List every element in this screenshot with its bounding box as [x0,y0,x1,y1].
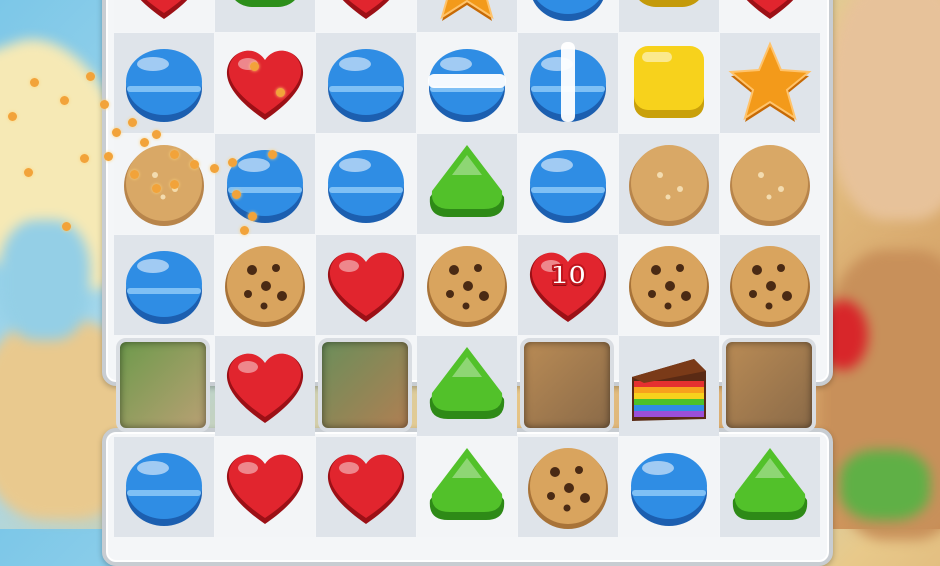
choc-chip-cookie-piece[interactable] [215,235,315,335]
sparkle-particle [80,154,89,163]
sparkle-particle [170,180,179,189]
choc-chip-cookie-piece[interactable] [720,235,820,335]
heart-red-piece[interactable] [215,33,315,133]
blocked-tile [116,338,210,432]
sparkle-particle [170,150,179,159]
heart-red-piece[interactable] [215,437,315,537]
sparkle-particle [30,78,39,87]
sparkle-particle [60,96,69,105]
gumdrop-green-piece[interactable] [417,336,517,436]
rainbow-cake-piece[interactable] [619,336,719,436]
sparkle-particle [140,138,149,147]
sparkle-particle [112,128,121,137]
gumdrop-green-piece[interactable] [417,134,517,234]
game-board: 10 [0,0,940,566]
star-orange-piece[interactable] [417,0,517,32]
sparkle-particle [152,130,161,139]
macaron-blue-piece[interactable] [114,235,214,335]
choc-chip-cookie-piece[interactable] [417,235,517,335]
sparkle-particle [228,158,237,167]
gumdrop-green-piece[interactable] [417,437,517,537]
heart-red-piece[interactable] [316,235,416,335]
macaron-blue-striped-h-piece[interactable] [417,33,517,133]
sugar-cookie-piece[interactable] [114,134,214,234]
heart-red-piece[interactable] [114,0,214,32]
sparkle-particle [276,88,285,97]
blocked-tile [722,338,816,432]
sparkle-particle [104,152,113,161]
gumdrop-green-piece[interactable] [720,437,820,537]
sugar-cookie-piece[interactable] [720,134,820,234]
heart-red-piece[interactable] [316,437,416,537]
star-orange-piece[interactable] [720,33,820,133]
sparkle-particle [250,62,259,71]
sparkle-particle [152,184,161,193]
macaron-blue-piece[interactable] [518,0,618,32]
sparkle-particle [130,170,139,179]
blocked-tile [520,338,614,432]
gumdrop-yellow-piece[interactable] [619,33,719,133]
macaron-blue-piece[interactable] [518,134,618,234]
sparkle-particle [190,160,199,169]
sparkle-particle [268,150,277,159]
macaron-blue-piece[interactable] [215,134,315,234]
sparkle-particle [232,190,241,199]
heart-red-piece[interactable] [720,0,820,32]
sparkle-particle [24,168,33,177]
macaron-blue-piece[interactable] [316,33,416,133]
choc-chip-cookie-piece[interactable] [619,235,719,335]
sparkle-particle [86,72,95,81]
sparkle-particle [8,112,17,121]
macaron-blue-piece[interactable] [114,437,214,537]
macaron-blue-piece[interactable] [619,437,719,537]
heart-count-badge: 10 [549,260,587,292]
sparkle-particle [248,212,257,221]
macaron-blue-striped-v-piece[interactable] [518,33,618,133]
sparkle-particle [210,164,219,173]
sparkle-particle [100,100,109,109]
blocked-tile [318,338,412,432]
sparkle-particle [128,118,137,127]
heart-red-piece[interactable] [316,0,416,32]
sparkle-particle [62,222,71,231]
macaron-blue-piece[interactable] [316,134,416,234]
macaron-green-piece[interactable] [215,0,315,32]
sparkle-particle [240,226,249,235]
heart-red-piece[interactable] [215,336,315,436]
choc-chip-cookie-piece[interactable] [518,437,618,537]
sugar-cookie-piece[interactable] [619,134,719,234]
macaron-yellow-piece[interactable] [619,0,719,32]
